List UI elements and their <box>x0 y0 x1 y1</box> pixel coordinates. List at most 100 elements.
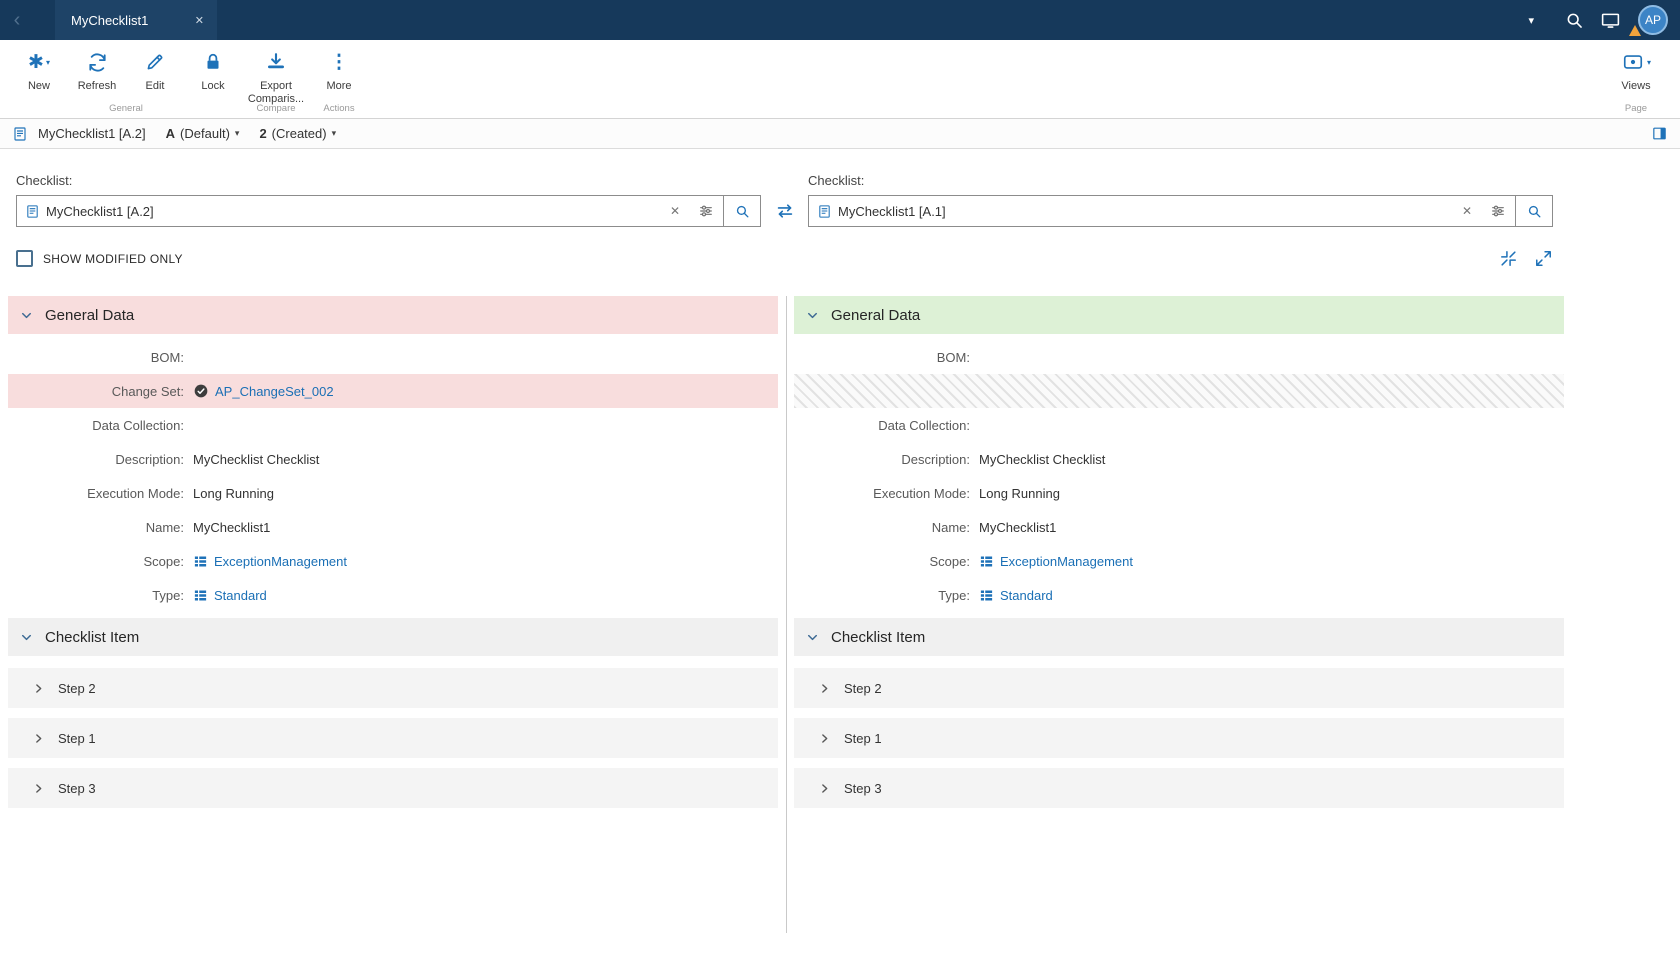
more-ellipsis-icon: ⋮ <box>329 51 349 73</box>
monitor-icon[interactable] <box>1592 2 1628 38</box>
more-button[interactable]: ⋮ More <box>310 49 368 93</box>
field-row-name: Name: MyChecklist1 <box>794 510 1564 544</box>
section-title: Checklist Item <box>45 628 140 646</box>
refresh-button[interactable]: Refresh <box>68 49 126 93</box>
left-search-button[interactable] <box>723 196 760 226</box>
refresh-button-label: Refresh <box>77 80 117 92</box>
field-row-type: Type: Standard <box>794 578 1564 612</box>
field-label: Scope: <box>929 553 970 569</box>
left-checklist-input[interactable] <box>46 196 661 226</box>
state-dropdown[interactable]: 2 (Created) ▾ <box>259 126 336 141</box>
revision-dropdown[interactable]: A (Default) ▾ <box>166 126 240 141</box>
changeset-link[interactable]: AP_ChangeSet_002 <box>215 384 334 399</box>
edit-pencil-icon <box>144 49 166 75</box>
field-row-bom: BOM: <box>794 340 1564 374</box>
left-general-data-header[interactable]: General Data <box>8 296 778 334</box>
right-checklist-label: Checklist: <box>808 173 865 188</box>
step-row[interactable]: Step 3 <box>794 768 1564 808</box>
left-checklist-label: Checklist: <box>16 173 73 188</box>
section-title: General Data <box>45 306 135 324</box>
comparison-panels: General Data BOM: Change Set: AP_ChangeS… <box>0 296 1680 933</box>
field-row-scope: Scope: ExceptionManagement <box>794 544 1564 578</box>
search-icon[interactable] <box>1556 2 1592 38</box>
left-checklist-item-header[interactable]: Checklist Item <box>8 618 778 656</box>
checklist-doc-icon <box>817 204 832 219</box>
chevron-down-icon <box>808 312 817 318</box>
ribbon-group-label-general: General <box>109 103 143 114</box>
views-button[interactable]: ▾ Views <box>1602 49 1670 93</box>
right-filter-icon[interactable] <box>1481 203 1515 219</box>
edit-button-label: Edit <box>145 80 165 92</box>
show-modified-row: SHOW MODIFIED ONLY <box>16 249 1553 268</box>
field-value: MyChecklist1 <box>979 519 1057 535</box>
step-row[interactable]: Step 1 <box>8 718 778 758</box>
scope-link[interactable]: ExceptionManagement <box>214 554 347 569</box>
field-label: Execution Mode: <box>87 485 184 501</box>
ribbon-group-compare: Export Comparis... Compare <box>242 40 310 118</box>
views-button-label: Views <box>1621 80 1651 92</box>
step-row[interactable]: Step 1 <box>794 718 1564 758</box>
type-link[interactable]: Standard <box>214 588 267 603</box>
lock-button-label: Lock <box>201 80 225 92</box>
field-label: Description: <box>901 451 970 467</box>
swap-sides-button[interactable] <box>761 195 808 227</box>
compare-area: Checklist: ✕ <box>0 149 1680 268</box>
step-row[interactable]: Step 2 <box>8 668 778 708</box>
right-checklist-item-header[interactable]: Checklist Item <box>794 618 1564 656</box>
field-row-changeset: Change Set: AP_ChangeSet_002 <box>8 374 778 408</box>
edit-button[interactable]: Edit <box>126 49 184 93</box>
section-title: Checklist Item <box>831 628 926 646</box>
step-label: Step 3 <box>844 780 882 796</box>
more-button-label: More <box>326 80 352 92</box>
field-row-type: Type: Standard <box>8 578 778 612</box>
table-icon <box>980 556 993 566</box>
field-label: Name: <box>145 519 184 535</box>
chevron-down-icon <box>22 312 31 318</box>
chevron-right-icon <box>36 683 42 693</box>
state-suffix: (Created) <box>271 126 327 141</box>
tab-title: MyChecklist1 <box>71 12 149 28</box>
step-row[interactable]: Step 3 <box>8 768 778 808</box>
field-row-description: Description: MyChecklist Checklist <box>794 442 1564 476</box>
state-caret-icon: ▾ <box>331 128 337 138</box>
field-label: Execution Mode: <box>873 485 970 501</box>
tab-mychecklist1[interactable]: MyChecklist1 ✕ <box>55 0 217 40</box>
avatar[interactable]: AP <box>1629 5 1668 36</box>
panel-divider <box>786 296 787 933</box>
tab-close-icon[interactable]: ✕ <box>195 14 204 27</box>
checklist-doc-icon <box>25 204 40 219</box>
collapse-all-icon[interactable] <box>1499 249 1518 268</box>
field-label: Data Collection: <box>92 417 184 433</box>
left-clear-icon[interactable]: ✕ <box>661 204 689 218</box>
right-general-data-header[interactable]: General Data <box>794 296 1564 334</box>
type-link[interactable]: Standard <box>1000 588 1053 603</box>
scope-link[interactable]: ExceptionManagement <box>1000 554 1133 569</box>
lock-button[interactable]: Lock <box>184 49 242 93</box>
field-value: Long Running <box>193 485 274 501</box>
new-button[interactable]: ✱ ▾ New <box>10 49 68 93</box>
chevron-right-icon <box>36 733 42 743</box>
export-comparison-button[interactable]: Export Comparis... <box>242 49 310 106</box>
step-label: Step 1 <box>58 730 96 746</box>
expand-all-icon[interactable] <box>1534 249 1553 268</box>
right-search-button[interactable] <box>1515 196 1552 226</box>
field-label: BOM: <box>936 349 970 365</box>
right-checklist-picker: ✕ <box>808 195 1553 227</box>
back-chevron-icon[interactable]: ‹ <box>0 9 34 32</box>
left-filter-icon[interactable] <box>689 203 723 219</box>
step-row[interactable]: Step 2 <box>794 668 1564 708</box>
field-row-execution-mode: Execution Mode: Long Running <box>794 476 1564 510</box>
right-clear-icon[interactable]: ✕ <box>1453 204 1481 218</box>
page-title: MyChecklist1 [A.2] <box>38 126 146 141</box>
field-label: Description: <box>115 451 184 467</box>
open-panel-icon[interactable] <box>1651 125 1668 142</box>
chevron-right-icon <box>822 733 828 743</box>
top-bar: ‹ MyChecklist1 ✕ ▾ AP <box>0 0 1680 40</box>
topbar-dropdown-caret-icon[interactable]: ▾ <box>1528 14 1534 27</box>
right-checklist-input[interactable] <box>838 196 1453 226</box>
field-label: Name: <box>931 519 970 535</box>
show-modified-checkbox[interactable] <box>16 250 33 267</box>
warning-triangle-icon <box>1629 25 1641 36</box>
checklist-doc-icon <box>14 126 26 141</box>
breadcrumb: MyChecklist1 [A.2] A (Default) ▾ 2 (Crea… <box>0 119 1680 149</box>
